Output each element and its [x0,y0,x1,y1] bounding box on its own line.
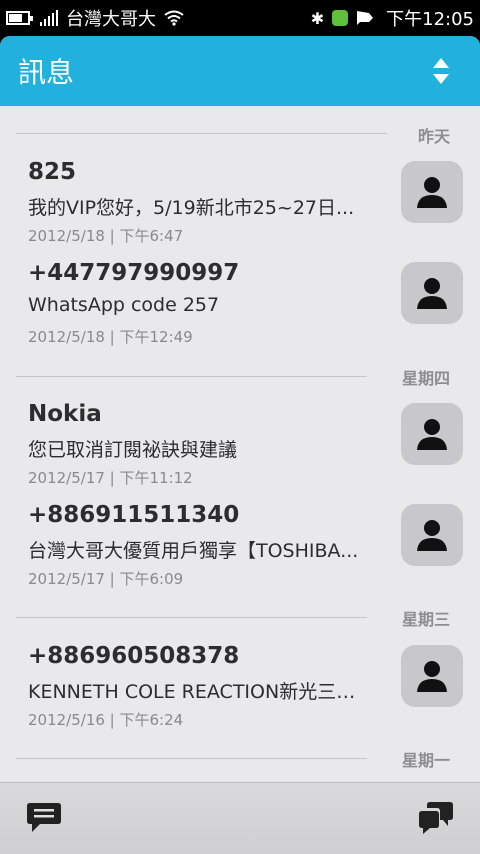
contact-name: Nokia [28,401,102,427]
group-label: 星期四 [401,369,450,388]
avatar[interactable] [401,403,463,465]
messages-app: 訊息 昨天 825 我的VIP您好，5/19新北市25~27日... 2012/… [0,36,480,854]
conversation-row[interactable]: +886960508378 KENNETH COLE REACTION新光三越.… [0,643,480,743]
contact-name: +886960508378 [28,643,240,669]
contact-name: 825 [28,159,77,185]
message-preview: KENNETH COLE REACTION新光三越... [28,681,368,703]
person-icon [417,661,447,692]
message-time: 2012/5/18 | 下午6:47 [28,227,184,245]
app-notification-icon [332,10,349,26]
avatar[interactable] [401,645,463,707]
chat-notification-icon [357,11,374,25]
status-time: 下午12:05 [386,9,474,30]
group-divider [16,758,367,759]
group-divider [16,376,367,377]
carrier-name: 台灣大哥大 [66,9,156,30]
conversations-icon[interactable] [418,801,454,835]
battery-fill [9,14,22,22]
header-bar: 訊息 [0,36,480,106]
person-icon [417,520,447,551]
new-message-icon[interactable] [26,801,62,835]
conversation-row[interactable]: +447797990997 WhatsApp code 257 2012/5/1… [0,260,480,360]
page-title: 訊息 [18,56,75,89]
sort-arrows-icon[interactable] [432,58,450,84]
person-icon [417,177,447,208]
person-icon [417,419,447,450]
conversation-row[interactable]: Nokia 您已取消訂閱祕訣與建議 2012/5/17 | 下午11:12 [0,401,480,501]
group-label: 星期一 [401,751,450,770]
status-bar: 台灣大哥大 ✱ 下午12:05 [0,0,480,36]
message-time: 2012/5/16 | 下午6:24 [28,711,184,729]
signal-icon [40,10,58,26]
contact-name: +447797990997 [28,260,240,286]
person-icon [417,278,447,309]
conversation-row[interactable]: 825 我的VIP您好，5/19新北市25~27日... 2012/5/18 |… [0,159,480,259]
contact-name: +886911511340 [28,502,240,528]
group-divider [16,133,387,134]
wifi-icon [164,10,184,26]
bluetooth-icon: ✱ [310,8,325,28]
group-label: 昨天 [417,127,450,146]
group-divider [16,617,367,618]
conversation-list[interactable]: 昨天 825 我的VIP您好，5/19新北市25~27日... 2012/5/1… [0,106,480,782]
message-preview: 我的VIP您好，5/19新北市25~27日... [28,197,355,219]
avatar[interactable] [401,262,463,324]
message-time: 2012/5/17 | 下午6:09 [28,570,184,588]
conversation-row[interactable]: +886911511340 台灣大哥大優質用戶獨享【TOSHIBA... 201… [0,502,480,602]
message-preview: WhatsApp code 257 [28,294,220,316]
message-time: 2012/5/17 | 下午11:12 [28,469,193,487]
group-label: 星期三 [401,610,450,629]
message-preview: 台灣大哥大優質用戶獨享【TOSHIBA... [28,540,359,562]
bottom-toolbar [0,782,480,854]
avatar[interactable] [401,504,463,566]
avatar[interactable] [401,161,463,223]
message-time: 2012/5/18 | 下午12:49 [28,328,193,346]
message-preview: 您已取消訂閱祕訣與建議 [28,439,238,461]
battery-icon [6,11,33,25]
